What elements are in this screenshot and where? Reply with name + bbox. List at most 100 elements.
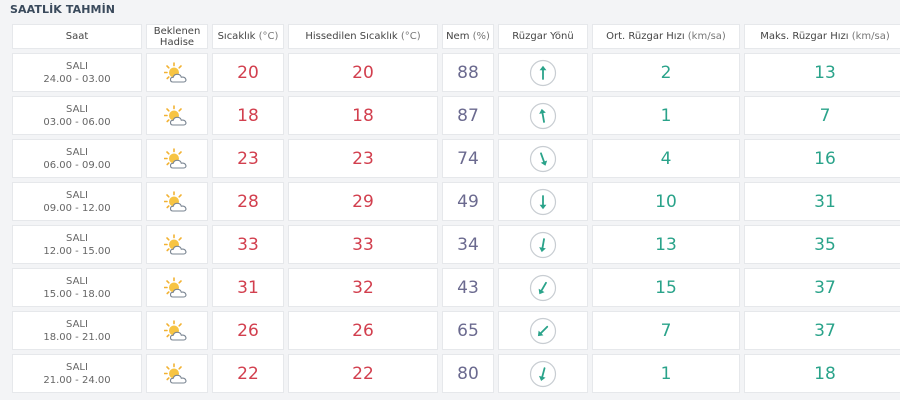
humidity-cell: 88 xyxy=(442,53,494,92)
day-label: SALI xyxy=(66,318,88,330)
time-range: 12.00 - 15.00 xyxy=(43,245,111,257)
time-range: 18.00 - 21.00 xyxy=(43,331,111,343)
avg-wind-speed-cell: 2 xyxy=(592,53,740,92)
temperature-cell: 31 xyxy=(212,268,284,307)
hourly-forecast-table: Saat Beklenen Hadise Sıcaklık (°C) Hissed… xyxy=(8,20,900,397)
header-sicaklik: Sıcaklık (°C) xyxy=(212,24,284,49)
avg-wind-speed-cell: 1 xyxy=(592,354,740,393)
time-cell: SALI 09.00 - 12.00 xyxy=(12,182,142,221)
wind-direction-arrow-icon xyxy=(529,274,557,301)
time-range: 03.00 - 06.00 xyxy=(43,116,111,128)
temperature-cell: 20 xyxy=(212,53,284,92)
temperature-cell: 23 xyxy=(212,139,284,178)
max-wind-speed-cell: 37 xyxy=(744,268,900,307)
humidity-cell: 74 xyxy=(442,139,494,178)
humidity-cell: 49 xyxy=(442,182,494,221)
time-cell: SALI 06.00 - 09.00 xyxy=(12,139,142,178)
wind-direction-arrow-icon xyxy=(529,317,557,344)
wind-direction-arrow-icon xyxy=(529,102,557,129)
temperature-cell: 22 xyxy=(212,354,284,393)
humidity-cell: 80 xyxy=(442,354,494,393)
temperature-cell: 18 xyxy=(212,96,284,135)
time-cell: SALI 21.00 - 24.00 xyxy=(12,354,142,393)
feels-like-cell: 33 xyxy=(288,225,438,264)
weather-icon-cell xyxy=(146,354,208,393)
temperature-cell: 28 xyxy=(212,182,284,221)
max-wind-speed-cell: 31 xyxy=(744,182,900,221)
feels-like-cell: 23 xyxy=(288,139,438,178)
wind-direction-arrow-icon xyxy=(529,59,557,86)
wind-direction-cell xyxy=(498,311,588,350)
avg-wind-speed-cell: 10 xyxy=(592,182,740,221)
max-wind-speed-cell: 35 xyxy=(744,225,900,264)
forecast-row: SALI 15.00 - 18.00 31 32 43 15 37 xyxy=(12,268,900,307)
time-range: 24.00 - 03.00 xyxy=(43,73,111,85)
header-saat: Saat xyxy=(12,24,142,49)
header-maks-ruzgar-hizi: Maks. Rüzgar Hızı (km/sa) xyxy=(744,24,900,49)
feels-like-cell: 29 xyxy=(288,182,438,221)
wind-direction-cell xyxy=(498,96,588,135)
humidity-cell: 87 xyxy=(442,96,494,135)
max-wind-speed-cell: 18 xyxy=(744,354,900,393)
max-wind-speed-cell: 37 xyxy=(744,311,900,350)
partly-cloudy-icon xyxy=(164,233,187,255)
wind-direction-cell xyxy=(498,354,588,393)
partly-cloudy-icon xyxy=(164,362,187,384)
wind-direction-cell xyxy=(498,53,588,92)
partly-cloudy-icon xyxy=(164,61,187,83)
time-range: 21.00 - 24.00 xyxy=(43,374,111,386)
header-ort-ruzgar-hizi: Ort. Rüzgar Hızı (km/sa) xyxy=(592,24,740,49)
header-hadise: Beklenen Hadise xyxy=(146,24,208,49)
partly-cloudy-icon xyxy=(164,190,187,212)
weather-icon-cell xyxy=(146,268,208,307)
feels-like-cell: 22 xyxy=(288,354,438,393)
day-label: SALI xyxy=(66,232,88,244)
humidity-cell: 34 xyxy=(442,225,494,264)
temperature-cell: 33 xyxy=(212,225,284,264)
wind-direction-arrow-icon xyxy=(529,231,557,258)
day-label: SALI xyxy=(66,361,88,373)
partly-cloudy-icon xyxy=(164,319,187,341)
feels-like-cell: 32 xyxy=(288,268,438,307)
max-wind-speed-cell: 16 xyxy=(744,139,900,178)
avg-wind-speed-cell: 1 xyxy=(592,96,740,135)
wind-direction-arrow-icon xyxy=(529,188,557,215)
time-range: 06.00 - 09.00 xyxy=(43,159,111,171)
avg-wind-speed-cell: 15 xyxy=(592,268,740,307)
wind-direction-arrow-icon xyxy=(529,360,557,387)
weather-icon-cell xyxy=(146,311,208,350)
temperature-cell: 26 xyxy=(212,311,284,350)
feels-like-cell: 20 xyxy=(288,53,438,92)
humidity-cell: 43 xyxy=(442,268,494,307)
day-label: SALI xyxy=(66,275,88,287)
forecast-row: SALI 06.00 - 09.00 23 23 74 4 16 xyxy=(12,139,900,178)
max-wind-speed-cell: 13 xyxy=(744,53,900,92)
time-cell: SALI 18.00 - 21.00 xyxy=(12,311,142,350)
avg-wind-speed-cell: 7 xyxy=(592,311,740,350)
page-title: SAATLİK TAHMİN xyxy=(10,3,116,16)
wind-direction-cell xyxy=(498,139,588,178)
day-label: SALI xyxy=(66,146,88,158)
time-range: 09.00 - 12.00 xyxy=(43,202,111,214)
header-ruzgar-yonu: Rüzgar Yönü xyxy=(498,24,588,49)
humidity-cell: 65 xyxy=(442,311,494,350)
weather-icon-cell xyxy=(146,225,208,264)
forecast-row: SALI 09.00 - 12.00 28 29 49 10 31 xyxy=(12,182,900,221)
weather-icon-cell xyxy=(146,182,208,221)
header-row: Saat Beklenen Hadise Sıcaklık (°C) Hissed… xyxy=(12,24,900,49)
time-cell: SALI 15.00 - 18.00 xyxy=(12,268,142,307)
day-label: SALI xyxy=(66,103,88,115)
feels-like-cell: 26 xyxy=(288,311,438,350)
partly-cloudy-icon xyxy=(164,276,187,298)
weather-icon-cell xyxy=(146,96,208,135)
day-label: SALI xyxy=(66,60,88,72)
forecast-row: SALI 12.00 - 15.00 33 33 34 13 35 xyxy=(12,225,900,264)
weather-icon-cell xyxy=(146,139,208,178)
time-cell: SALI 03.00 - 06.00 xyxy=(12,96,142,135)
avg-wind-speed-cell: 13 xyxy=(592,225,740,264)
avg-wind-speed-cell: 4 xyxy=(592,139,740,178)
wind-direction-cell xyxy=(498,225,588,264)
time-cell: SALI 12.00 - 15.00 xyxy=(12,225,142,264)
forecast-row: SALI 21.00 - 24.00 22 22 80 1 18 xyxy=(12,354,900,393)
wind-direction-arrow-icon xyxy=(529,145,557,172)
